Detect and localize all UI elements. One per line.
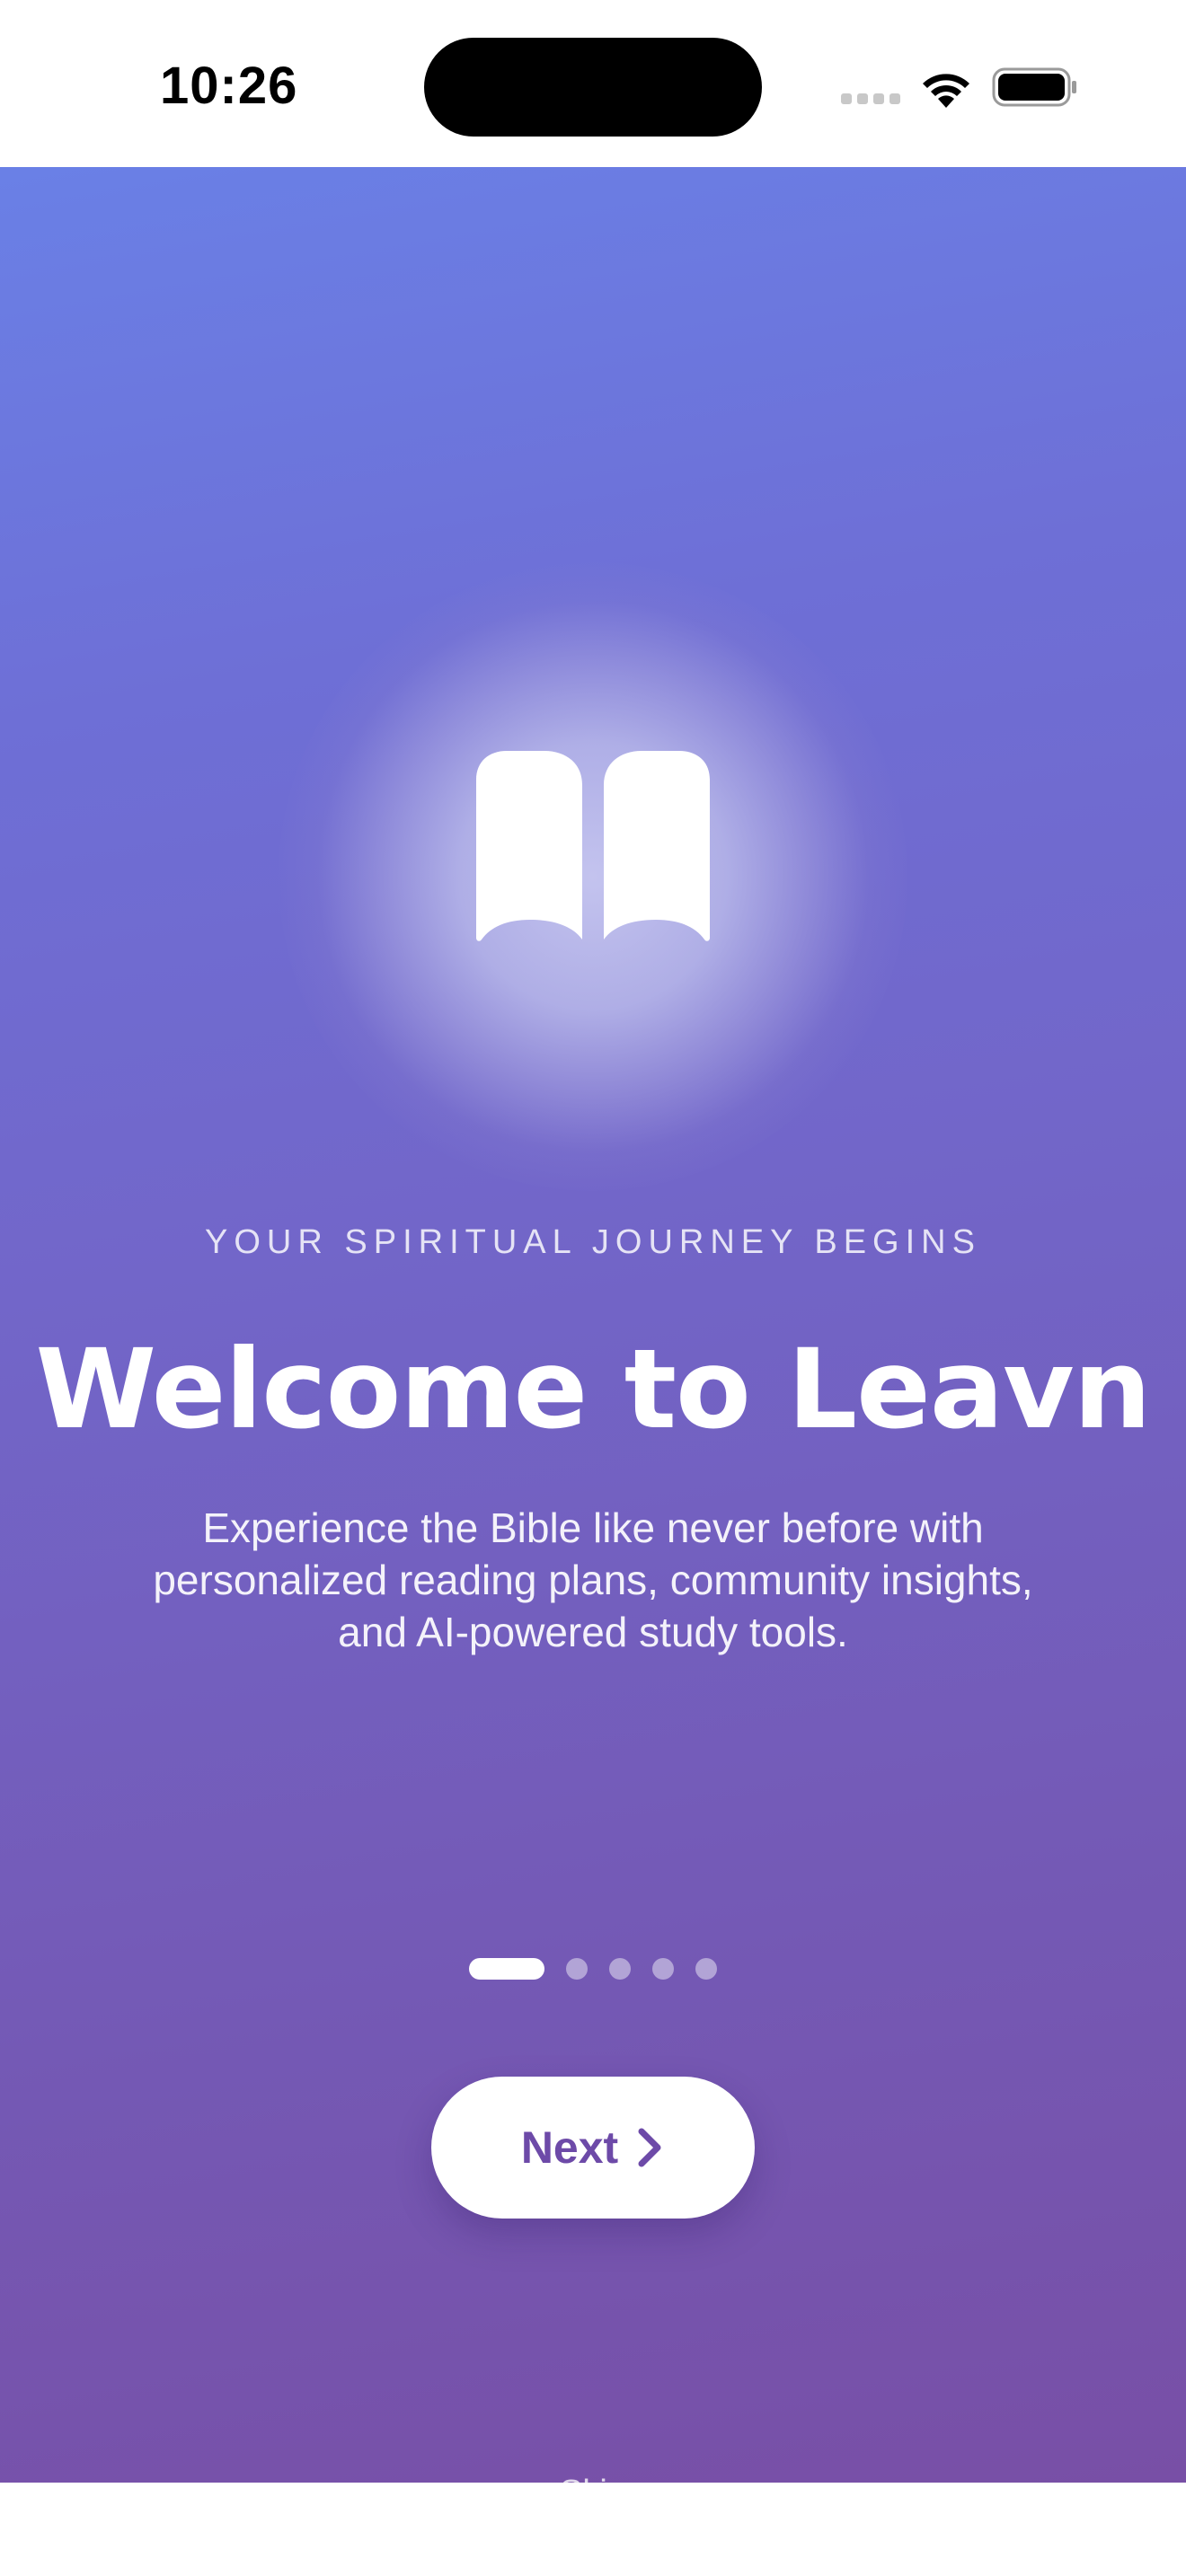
book-open-icon xyxy=(476,751,710,941)
page-dot-active[interactable] xyxy=(469,1958,544,1980)
page-dot[interactable] xyxy=(609,1958,631,1980)
onboarding-subtitle: YOUR SPIRITUAL JOURNEY BEGINS xyxy=(205,1223,981,1261)
page-indicator xyxy=(0,1958,1186,1980)
onboarding-screen: 10:26 YOUR SPIRITUAL JOURNEY BEGINS Welc… xyxy=(0,0,1186,2576)
status-time: 10:26 xyxy=(160,57,298,115)
onboarding-title: Welcome to Leavn xyxy=(35,1326,1151,1453)
status-bar: 10:26 xyxy=(0,0,1186,167)
onboarding-panel: YOUR SPIRITUAL JOURNEY BEGINS Welcome to… xyxy=(0,167,1186,2483)
next-button-label: Next xyxy=(520,2122,619,2173)
wifi-icon xyxy=(923,74,969,108)
next-button[interactable]: Next xyxy=(431,2077,755,2219)
skip-button[interactable]: Skip xyxy=(0,2474,1186,2483)
page-dot[interactable] xyxy=(566,1958,588,1980)
onboarding-description: Experience the Bible like never before w… xyxy=(153,1504,1033,1655)
page-dot[interactable] xyxy=(652,1958,674,1980)
cellular-signal-icon xyxy=(841,93,900,104)
chevron-right-icon xyxy=(638,2128,661,2167)
dynamic-island xyxy=(424,38,762,137)
page-dot[interactable] xyxy=(695,1958,717,1980)
home-indicator-area xyxy=(0,2483,1186,2576)
battery-icon xyxy=(992,67,1076,107)
